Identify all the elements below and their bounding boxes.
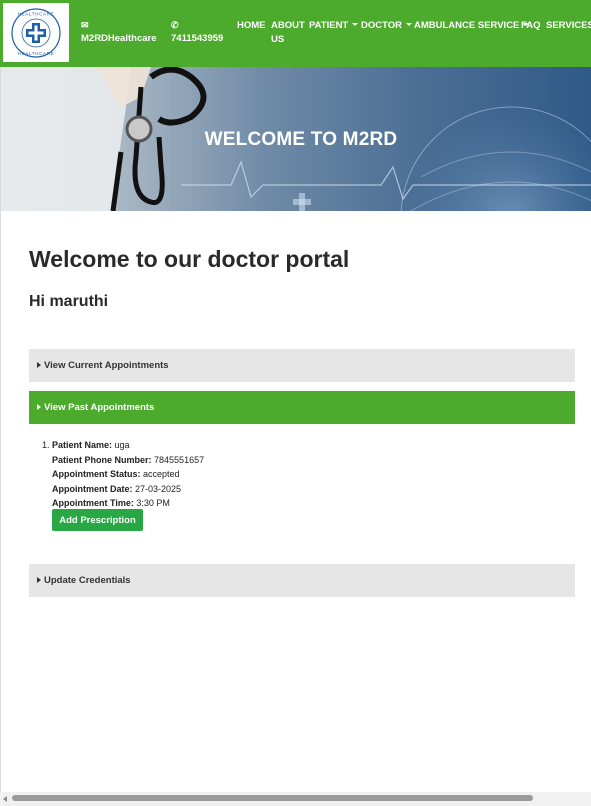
nav-about-label-line1: ABOUT <box>271 20 305 31</box>
envelope-icon: ✉ <box>81 20 89 30</box>
caret-right-icon <box>37 577 41 583</box>
appointment-time-value: 3:30 PM <box>136 498 170 508</box>
phone-text: 7411543959 <box>171 33 224 44</box>
add-prescription-button[interactable]: Add Prescription <box>52 509 143 531</box>
appointment-date-value: 27-03-2025 <box>135 483 182 494</box>
nav-doctor-dropdown[interactable]: DOCTOR <box>361 19 412 33</box>
scroll-left-arrow-icon[interactable] <box>3 796 7 802</box>
caret-right-icon <box>37 362 41 368</box>
appointment-status-value: accepted <box>143 469 180 479</box>
top-navbar: HEALTHCARE HEALTHCARE ✉ M2RDHealthcare ✆… <box>0 0 591 67</box>
phone-contact[interactable]: ✆ 7411543959 <box>171 19 223 45</box>
nav-home-label: HOME <box>237 20 266 31</box>
appointment-date-label: Appointment Date: <box>52 483 133 494</box>
appointment-status-label: Appointment Status: <box>52 469 141 479</box>
update-credentials-toggle[interactable]: Update Credentials <box>29 564 575 597</box>
chevron-down-icon <box>406 23 412 26</box>
email-text: M2RDHealthcare <box>81 33 157 44</box>
patient-phone-value: 7845551657 <box>154 454 205 465</box>
scrollbar-thumb[interactable] <box>12 795 533 801</box>
page-title: Welcome to our doctor portal <box>29 246 350 272</box>
caret-right-icon <box>37 404 41 410</box>
nav-doctor-label: DOCTOR <box>361 20 402 31</box>
nav-faq-label: FAQ <box>521 20 541 31</box>
appointment-date-row: Appointment Date: 27-03-2025 <box>52 482 204 497</box>
nav-about-us[interactable]: ABOUT US <box>271 19 305 47</box>
patient-phone-label: Patient Phone Number: <box>52 454 152 465</box>
patient-phone-row: Patient Phone Number: 7845551657 <box>52 453 204 468</box>
horizontal-scrollbar[interactable] <box>0 792 591 806</box>
nav-services[interactable]: SERVICES <box>546 19 591 33</box>
email-contact[interactable]: ✉ M2RDHealthcare <box>81 19 157 45</box>
nav-ambulance-label: AMBULANCE SERVICE <box>414 20 520 31</box>
svg-text:HEALTHCARE: HEALTHCARE <box>18 51 55 56</box>
nav-faq[interactable]: FAQ <box>521 19 541 33</box>
phone-icon: ✆ <box>171 20 179 30</box>
list-item: Patient Name: uga Patient Phone Number: … <box>52 438 204 511</box>
nav-ambulance-dropdown[interactable]: AMBULANCE SERVICE <box>414 19 530 33</box>
chevron-down-icon <box>352 23 359 26</box>
greeting-text: Hi maruthi <box>29 293 109 310</box>
healthcare-logo[interactable]: HEALTHCARE HEALTHCARE <box>3 3 69 62</box>
update-credentials-label: Update Credentials <box>44 575 131 586</box>
current-appointments-label: View Current Appointments <box>44 360 169 371</box>
nav-patient-dropdown[interactable]: PATIENT <box>309 19 359 33</box>
hero-title: WELCOME TO M2RD <box>204 129 398 150</box>
patient-name-label: Patient Name: <box>52 440 113 450</box>
nav-services-label: SERVICES <box>546 20 591 31</box>
hero-banner: WELCOME TO M2RD <box>1 67 591 211</box>
svg-text:HEALTHCARE: HEALTHCARE <box>18 12 55 17</box>
appointment-status-row: Appointment Status: accepted <box>52 467 204 482</box>
patient-name-row: Patient Name: uga <box>52 438 204 453</box>
past-appointments-label: View Past Appointments <box>44 402 155 413</box>
appointment-time-label: Appointment Time: <box>52 498 134 508</box>
list-item-number: 1. <box>42 440 50 450</box>
healthcare-logo-icon: HEALTHCARE HEALTHCARE <box>11 8 61 58</box>
nav-about-label-line2: US <box>271 34 285 45</box>
current-appointments-toggle[interactable]: View Current Appointments <box>29 349 575 382</box>
nav-home[interactable]: HOME <box>237 19 266 33</box>
nav-patient-label: PATIENT <box>309 20 349 31</box>
patient-name-value: uga <box>114 440 130 450</box>
past-appointments-toggle[interactable]: View Past Appointments <box>29 391 575 424</box>
